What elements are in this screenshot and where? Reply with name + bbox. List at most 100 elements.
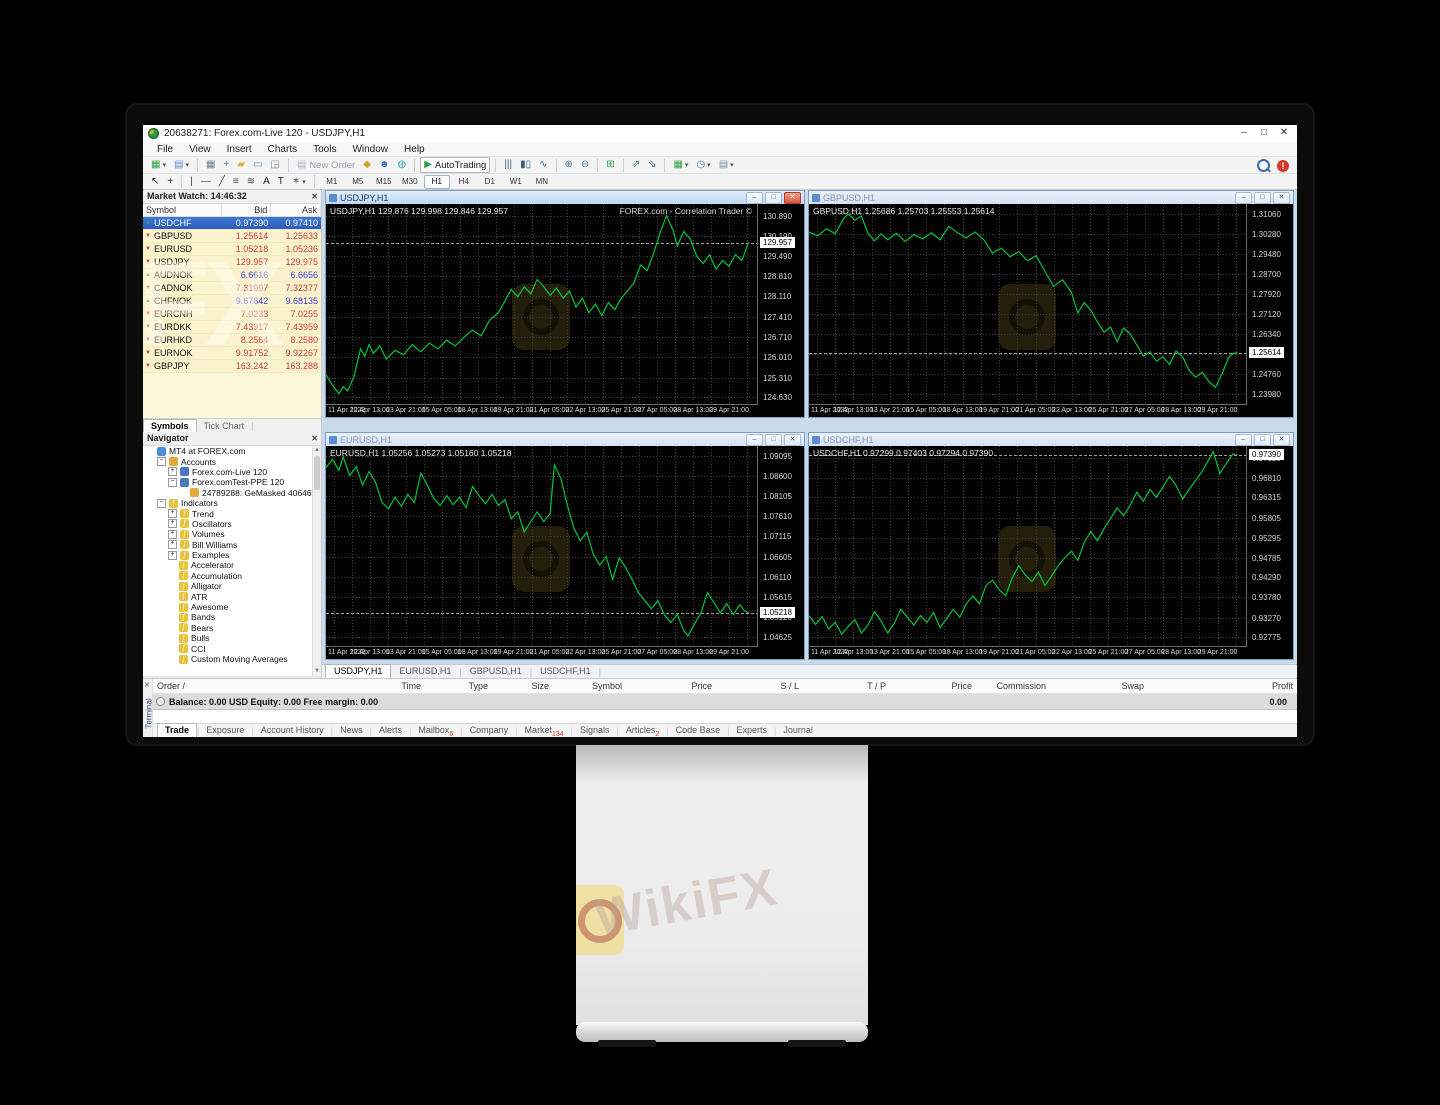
market-watch-row-eurcnh[interactable]: ▼EURCNH7.02337.0255 [143, 308, 321, 321]
terminal-button[interactable]: ▭ [250, 158, 265, 172]
market-watch-button[interactable]: ▦ [203, 158, 218, 172]
terminal-tab-news[interactable]: News [333, 724, 370, 737]
market-watch-row-audnok[interactable]: ▲AUDNOK6.66166.6656 [143, 269, 321, 282]
terminal-tab-signals[interactable]: Signals [573, 724, 617, 737]
timeframe-button-w1[interactable]: W1 [504, 176, 528, 188]
time-axis[interactable]: 11 Apr 202212 Apr 13:0013 Apr 21:0015 Ap… [809, 647, 1247, 659]
add-indicator-button[interactable]: ▦▾ [670, 158, 691, 172]
column-header-bid[interactable]: Bid [222, 204, 272, 216]
horizontal-line-button[interactable]: — [198, 175, 214, 189]
text-button[interactable]: A [260, 175, 273, 189]
chart-close-icon[interactable]: ✕ [784, 434, 801, 446]
indicators-down-button[interactable]: ⇘ [645, 158, 659, 172]
price-axis[interactable]: 0.973200.968100.963150.958050.952950.947… [1247, 446, 1293, 647]
terminal-tab-market[interactable]: Market134 [517, 724, 570, 737]
balance-row[interactable]: Balance: 0.00 USD Equity: 0.00 Free marg… [153, 694, 1297, 710]
chart-plot[interactable]: EURUSD,H1 1.05256 1.05273 1.05160 1.0521… [326, 446, 758, 647]
close-button[interactable]: ✕ [1275, 127, 1293, 140]
terminal-tab-journal[interactable]: Journal [776, 724, 820, 737]
timeframe-button-m30[interactable]: M30 [398, 176, 422, 188]
price-axis[interactable]: 1.310601.302801.294801.287001.279201.271… [1247, 204, 1293, 405]
chart-tab-usdjpy-h1[interactable]: USDJPY,H1 [325, 664, 391, 678]
title-bar[interactable]: 20638271: Forex.com-Live 120 - USDJPY,H1… [143, 125, 1297, 143]
minimize-button[interactable]: – [1235, 127, 1253, 140]
cursor-button[interactable]: ↖ [148, 175, 162, 189]
chart-plot[interactable]: GBPUSD,H1 1.25686 1.25703 1.25553 1.2561… [809, 204, 1247, 405]
terminal-column-time[interactable]: Time [303, 679, 425, 693]
tree-item-alligator[interactable]: fAlligator [143, 581, 321, 591]
expand-icon[interactable]: + [168, 540, 177, 549]
menu-item-window[interactable]: Window [344, 144, 396, 155]
terminal-tab-exposure[interactable]: Exposure [199, 724, 251, 737]
market-watch-header[interactable]: Market Watch: 14:46:32 ✕ [143, 190, 321, 204]
terminal-tab-experts[interactable]: Experts [730, 724, 775, 737]
menu-item-tools[interactable]: Tools [305, 144, 344, 155]
market-watch-row-eurhkd[interactable]: ▼EURHKD8.25648.2580 [143, 334, 321, 347]
periods-button[interactable]: ◷▾ [693, 158, 713, 172]
expand-icon[interactable]: + [168, 467, 177, 476]
tab-tick-chart[interactable]: Tick Chart [197, 420, 252, 432]
terminal-column-symbol[interactable]: Symbol [553, 679, 626, 693]
chart-plot[interactable]: USDCHF,H1 0.97299 0.97403 0.97294 0.9739… [809, 446, 1247, 647]
menu-item-charts[interactable]: Charts [260, 144, 305, 155]
market-watch-row-eurdkk[interactable]: ▼EURDKK7.439177.43959 [143, 321, 321, 334]
terminal-column-t-p[interactable]: T / P [803, 679, 890, 693]
tree-item-24789288-gemasked-406462652[interactable]: 24789288: GeMasked 406462652 [143, 488, 321, 498]
chart-titlebar[interactable]: EURUSD,H1 – □ ✕ [326, 433, 804, 446]
line-chart-button[interactable]: ∿ [536, 158, 550, 172]
price-axis[interactable]: 130.890130.190129.490128.810128.110127.4… [758, 204, 804, 405]
navigator-close-icon[interactable]: ✕ [311, 432, 318, 445]
tree-item-accumulation[interactable]: fAccumulation [143, 571, 321, 581]
chart-close-icon[interactable]: ✕ [784, 192, 801, 204]
candlestick-button[interactable]: ▮▯ [517, 158, 534, 172]
timeframe-button-h4[interactable]: H4 [452, 176, 476, 188]
autotrading-button[interactable]: ▶AutoTrading [420, 157, 490, 173]
terminal-tab-alerts[interactable]: Alerts [372, 724, 409, 737]
tree-item-indicators[interactable]: −fIndicators [143, 498, 321, 508]
timeframe-button-h1[interactable]: H1 [424, 175, 450, 189]
market-watch-row-usdchf[interactable]: ▲USDCHF0.973900.97410 [143, 217, 321, 230]
notification-icon[interactable]: ! [1277, 160, 1289, 172]
expert-advisors-button[interactable]: ☻ [376, 158, 393, 172]
terminal-tab-mailbox[interactable]: Mailbox6 [411, 724, 460, 737]
trendline-button[interactable]: ╱ [216, 175, 228, 189]
market-watch-row-cadnok[interactable]: ▼CADNOK7.319977.32377 [143, 282, 321, 295]
tree-item-examples[interactable]: +fExamples [143, 550, 321, 560]
terminal-tab-articles[interactable]: Articles2 [619, 724, 666, 737]
market-watch-close-icon[interactable]: ✕ [311, 190, 318, 203]
profiles-button[interactable]: ▤▾ [171, 158, 192, 172]
column-header-ask[interactable]: Ask [271, 204, 321, 216]
terminal-column-commission[interactable]: Commission [976, 679, 1050, 693]
menu-item-file[interactable]: File [149, 144, 181, 155]
expand-icon[interactable]: + [168, 551, 177, 560]
terminal-tab-trade[interactable]: Trade [157, 723, 197, 737]
search-icon[interactable] [1257, 159, 1270, 172]
market-watch-row-chfnok[interactable]: ▲CHFNOK9.676429.68135 [143, 295, 321, 308]
new-chart-button[interactable]: ▦▾ [148, 158, 169, 172]
tab-symbols[interactable]: Symbols [143, 419, 197, 432]
crosshair-button[interactable]: + [164, 175, 176, 189]
terminal-tab-company[interactable]: Company [463, 724, 516, 737]
menu-item-view[interactable]: View [181, 144, 219, 155]
chart-restore-icon[interactable]: □ [765, 434, 782, 446]
tree-item-awesome[interactable]: fAwesome [143, 602, 321, 612]
strategy-tester-button[interactable]: ◲ [267, 158, 282, 172]
tree-item-forex-com-live-120[interactable]: +Forex.com-Live 120 [143, 467, 321, 477]
tree-item-volumes[interactable]: +fVolumes [143, 529, 321, 539]
expand-icon[interactable]: + [168, 509, 177, 518]
chart-titlebar[interactable]: USDCHF,H1 – □ ✕ [809, 433, 1293, 446]
tree-item-bands[interactable]: fBands [143, 612, 321, 622]
scrollbar-thumb[interactable] [314, 456, 320, 490]
terminal-column-price[interactable]: Price [890, 679, 976, 693]
bar-chart-button[interactable]: ||| [501, 158, 515, 172]
fibonacci-button[interactable]: ≋ [244, 175, 258, 189]
collapse-icon[interactable]: − [157, 457, 166, 466]
indicators-up-button[interactable]: ⇗ [629, 158, 643, 172]
scroll-down-icon[interactable]: ▼ [313, 667, 321, 676]
chart-tab-gbpusd-h1[interactable]: GBPUSD,H1 [462, 665, 530, 678]
zoom-in-button[interactable]: ⊕ [562, 158, 576, 172]
price-axis[interactable]: 1.090951.086001.081051.076101.071151.066… [758, 446, 804, 647]
tree-item-bears[interactable]: fBears [143, 623, 321, 633]
chart-tab-eurusd-h1[interactable]: EURUSD,H1 [391, 665, 459, 678]
market-watch-row-usdjpy[interactable]: ▼USDJPY129.957129.975 [143, 256, 321, 269]
